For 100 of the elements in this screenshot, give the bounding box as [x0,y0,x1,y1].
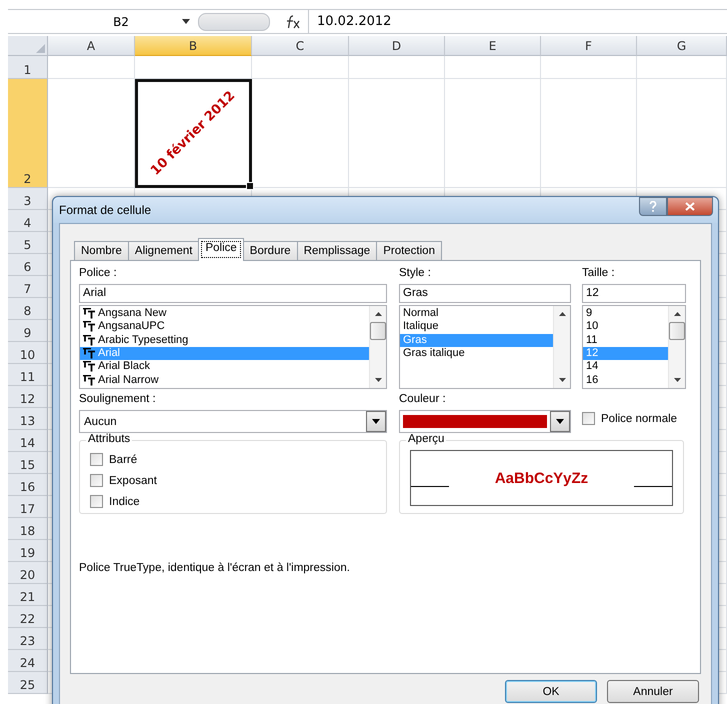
field-label: Couleur : [399,393,447,407]
help-button[interactable] [639,197,667,216]
row-header[interactable]: 1 [8,56,48,79]
list-row[interactable]: Angsana New [80,307,369,320]
scroll-up-arrow-icon[interactable] [558,312,566,316]
row-header[interactable]: 10 [8,342,48,364]
scroll-down-arrow-icon[interactable] [558,378,566,382]
checkbox[interactable] [90,495,103,508]
list-row[interactable]: 16 [583,373,668,387]
formula-field[interactable]: 10.02.2012 [308,10,727,33]
row-header[interactable]: 11 [8,364,48,386]
tab[interactable]: Alignement [128,241,200,260]
row-header[interactable]: 3 [8,188,48,210]
text-field[interactable]: Arial [79,284,387,303]
corner-triangle-icon [36,44,45,53]
dropdown-field[interactable]: Aucun [79,410,387,433]
fill-handle[interactable] [246,182,254,190]
dropdown-arrow-icon[interactable] [556,419,564,424]
column-header[interactable]: C [252,36,349,56]
list-row[interactable]: Arial Black [80,360,369,374]
row-header[interactable]: 22 [8,606,48,628]
row-header[interactable]: 18 [8,518,48,540]
list-item-text: AngsanaUPC [98,320,165,334]
row-header[interactable]: 9 [8,320,48,342]
row-header[interactable]: 7 [8,276,48,298]
checkbox[interactable] [90,453,103,466]
row-header[interactable]: 16 [8,474,48,496]
scroll-up-arrow-icon[interactable] [674,312,680,316]
close-icon [685,202,695,211]
row-header[interactable]: 19 [8,540,48,562]
dialog-title: Format de cellule [59,203,152,217]
list-row[interactable]: 11 [583,334,668,347]
checkbox-label: Police normale [601,412,678,424]
list-row[interactable]: Normal [400,307,553,320]
list-row[interactable]: 10 [583,320,668,334]
checkbox-label: Exposant [109,474,157,486]
row-header[interactable]: 14 [8,430,48,452]
splitter-handle[interactable] [198,12,270,30]
sample-text: AaBbCcYyZz [494,470,588,486]
list-item-text: 10 [586,320,598,334]
column-header[interactable]: D [349,36,445,56]
list-row[interactable]: AngsanaUPC [80,320,369,334]
row-header[interactable]: 4 [8,210,48,232]
scroll-up-arrow-icon[interactable] [374,312,382,316]
scroll-down-arrow-icon[interactable] [674,378,680,382]
column-header[interactable]: B [135,36,252,56]
dropdown-arrow-icon[interactable] [182,19,190,24]
scroll-thumb[interactable] [669,322,685,340]
row-header[interactable]: 15 [8,452,48,474]
list-item-text: 9 [586,307,592,320]
list-row[interactable]: Gras italique [400,346,553,360]
list-row[interactable]: 14 [583,360,668,374]
checkbox-label: Indice [109,496,140,508]
column-header[interactable]: E [445,36,541,56]
row-header[interactable]: 12 [8,386,48,408]
row-header[interactable]: 17 [8,496,48,518]
checkbox[interactable] [582,412,595,425]
list-row[interactable]: Arial Narrow [80,373,369,387]
dropdown-value: Aucun [83,416,118,428]
tab[interactable]: Protection [376,241,442,260]
dropdown-arrow-icon[interactable] [372,419,380,424]
dialog-button[interactable]: OK [505,680,597,703]
list-row[interactable]: Arabic Typesetting [80,334,369,347]
tab[interactable]: Nombre [74,241,129,260]
list-item-text: Arial Black [98,360,150,374]
font-type-icon [83,374,95,386]
row-header[interactable]: 5 [8,232,48,254]
column-header[interactable]: F [541,36,637,56]
column-header[interactable]: G [637,36,727,56]
row-header[interactable]: 2 [8,79,48,188]
description-text: Police TrueType, identique à l'écran et à l'impression. [79,562,351,574]
scrollbar[interactable] [369,306,386,388]
row-header[interactable]: 25 [8,672,48,694]
row-header[interactable]: 13 [8,408,48,430]
tab[interactable]: Remplissage [296,241,378,260]
checkbox-label: Barré [109,454,138,466]
column-header[interactable]: A [48,36,135,56]
list-row[interactable]: 9 [583,307,668,320]
close-button[interactable] [667,197,713,216]
list-row[interactable]: Italique [400,320,553,334]
row-header[interactable]: 20 [8,562,48,584]
dialog-button[interactable]: Annuler [607,680,699,703]
row-header[interactable]: 8 [8,298,48,320]
list-item-text: Arabic Typesetting [98,334,188,347]
scrollbar[interactable] [668,306,685,388]
tab[interactable]: Bordure [242,241,298,260]
checkbox[interactable] [90,474,103,487]
text-field[interactable]: 12 [582,284,686,303]
row-header[interactable]: 6 [8,254,48,276]
tab[interactable]: Police [198,238,244,261]
scroll-down-arrow-icon[interactable] [374,378,382,382]
color-dropdown[interactable] [399,410,571,433]
scrollbar[interactable] [553,306,570,388]
row-header[interactable]: 24 [8,650,48,672]
row-header[interactable]: 23 [8,628,48,650]
text-field[interactable]: Gras [399,284,571,303]
font-type-icon [83,308,95,320]
name-box[interactable]: B2 [8,14,174,28]
row-header[interactable]: 21 [8,584,48,606]
scroll-thumb[interactable] [370,322,386,340]
